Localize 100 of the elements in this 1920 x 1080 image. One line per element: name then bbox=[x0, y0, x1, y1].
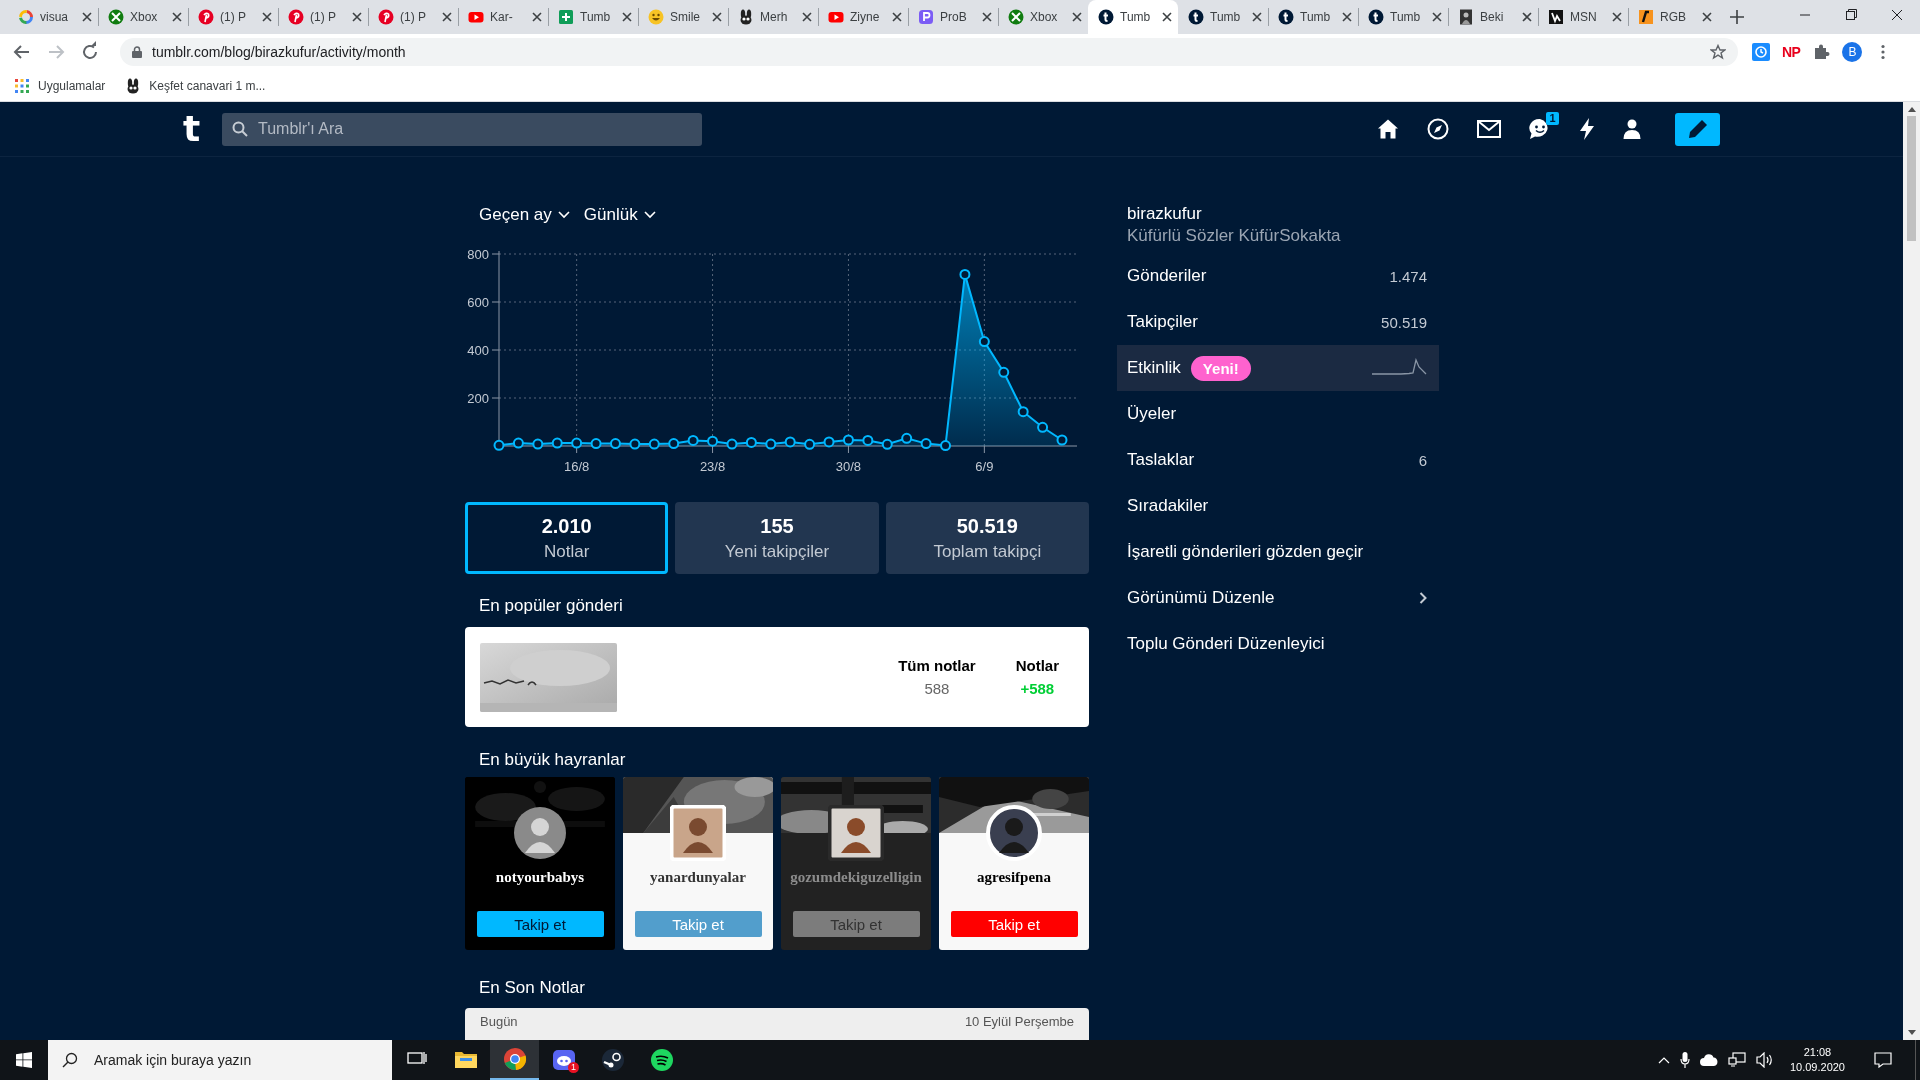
browser-tab[interactable]: Xbox bbox=[98, 0, 188, 34]
close-icon[interactable] bbox=[892, 12, 902, 22]
speaker-icon[interactable] bbox=[1755, 1052, 1774, 1068]
chat-icon[interactable] bbox=[1529, 118, 1551, 140]
menu-item[interactable]: Takipçiler 50.519 bbox=[1117, 299, 1439, 345]
person-icon[interactable] bbox=[1623, 119, 1641, 139]
browser-tab[interactable]: Ziyne bbox=[818, 0, 908, 34]
close-icon[interactable] bbox=[1522, 12, 1532, 22]
blog-name[interactable]: birazkufur bbox=[1117, 203, 1439, 225]
compass-icon[interactable] bbox=[1427, 118, 1449, 140]
close-icon[interactable] bbox=[532, 12, 542, 22]
notification-icon[interactable] bbox=[1874, 1052, 1892, 1068]
taskbar-app[interactable] bbox=[490, 1040, 539, 1080]
address-bar[interactable]: tumblr.com/blog/birazkufur/activity/month bbox=[120, 38, 1738, 66]
browser-tab[interactable]: Xbox bbox=[998, 0, 1088, 34]
browser-tab[interactable]: Tumb bbox=[1358, 0, 1448, 34]
browser-tab[interactable]: visua bbox=[8, 0, 98, 34]
fan-card[interactable]: gozumdekiguzelligin Takip et bbox=[781, 777, 931, 950]
browser-tab[interactable]: Kar- bbox=[458, 0, 548, 34]
stat-tab[interactable]: 155 Yeni takipçiler bbox=[675, 502, 879, 574]
close-icon[interactable] bbox=[802, 12, 812, 22]
menu-item[interactable]: Taslaklar 6 bbox=[1117, 437, 1439, 483]
post-card[interactable]: Tüm notlar 588 Notlar +588 bbox=[465, 627, 1089, 727]
new-tab-icon[interactable] bbox=[1730, 10, 1744, 24]
close-icon[interactable] bbox=[712, 12, 722, 22]
bookmark-link[interactable]: Keşfet canavari 1 m... bbox=[149, 78, 266, 93]
caret-up-icon[interactable] bbox=[1657, 1056, 1670, 1064]
cloud-icon[interactable] bbox=[1699, 1054, 1718, 1066]
network-icon[interactable] bbox=[1727, 1052, 1746, 1068]
puzzle-icon[interactable] bbox=[1812, 43, 1831, 61]
browser-tab[interactable]: (1) P bbox=[188, 0, 278, 34]
close-icon[interactable] bbox=[622, 12, 632, 22]
search-input[interactable]: Aramak için buraya yazın bbox=[92, 1051, 392, 1069]
search-field[interactable]: Aramak için buraya yazın bbox=[48, 1040, 392, 1080]
browser-tab[interactable]: (1) P bbox=[368, 0, 458, 34]
close-icon[interactable] bbox=[1072, 12, 1082, 22]
period-dropdown[interactable]: Geçen ay bbox=[479, 204, 570, 225]
browser-tab[interactable]: Tumb bbox=[1268, 0, 1358, 34]
browser-tab[interactable]: ProB bbox=[908, 0, 998, 34]
portrait-icon bbox=[1458, 9, 1474, 25]
fan-name[interactable]: gozumdekiguzelligin bbox=[790, 869, 922, 886]
search-input[interactable]: Tumblr'ı Ara bbox=[256, 119, 702, 139]
follow-button[interactable]: Takip et bbox=[950, 911, 1078, 937]
fan-card[interactable]: notyourbabys Takip et bbox=[465, 777, 615, 950]
menu-item[interactable]: Üyeler bbox=[1117, 391, 1439, 437]
browser-tab[interactable]: Merh bbox=[728, 0, 818, 34]
close-icon[interactable] bbox=[1252, 12, 1262, 22]
lightning-icon[interactable] bbox=[1579, 118, 1595, 140]
fan-name[interactable]: agresifpena bbox=[977, 869, 1051, 886]
menu-item[interactable]: Gönderiler 1.474 bbox=[1117, 253, 1439, 299]
browser-tab[interactable]: Smile bbox=[638, 0, 728, 34]
close-icon[interactable] bbox=[1162, 12, 1172, 22]
fan-card[interactable]: agresifpena Takip et bbox=[939, 777, 1089, 950]
extension-icon[interactable] bbox=[1752, 43, 1770, 61]
close-icon[interactable] bbox=[172, 12, 182, 22]
close-icon[interactable] bbox=[352, 12, 362, 22]
star-icon[interactable] bbox=[1710, 44, 1726, 60]
close-icon[interactable] bbox=[262, 12, 272, 22]
menu-item[interactable]: Sıradakiler bbox=[1117, 483, 1439, 529]
bookmark-link[interactable]: Uygulamalar bbox=[38, 78, 106, 93]
windows-icon[interactable] bbox=[16, 1052, 32, 1068]
stat-tab[interactable]: 50.519 Toplam takipçi bbox=[885, 502, 1089, 574]
scroll-down-icon[interactable] bbox=[1907, 1030, 1916, 1035]
profile-button[interactable]: B bbox=[1842, 42, 1863, 62]
close-icon[interactable] bbox=[1702, 12, 1712, 22]
browser-tab[interactable]: (1) P bbox=[278, 0, 368, 34]
fan-name[interactable]: yanardunyalar bbox=[650, 869, 746, 886]
interval-dropdown[interactable]: Günlük bbox=[583, 204, 656, 225]
scrollbar-thumb[interactable] bbox=[1907, 116, 1916, 241]
browser-tab[interactable]: Tumb bbox=[1088, 0, 1178, 34]
fan-card[interactable]: yanardunyalar Takip et bbox=[623, 777, 773, 950]
browser-tab[interactable]: RGB bbox=[1628, 0, 1718, 34]
browser-tab[interactable]: MSN bbox=[1538, 0, 1628, 34]
close-icon[interactable] bbox=[82, 12, 92, 22]
follow-button[interactable]: Takip et bbox=[476, 911, 604, 937]
browser-tab[interactable]: Tumb bbox=[548, 0, 638, 34]
data-point bbox=[881, 438, 893, 450]
close-icon[interactable] bbox=[1432, 12, 1442, 22]
close-icon[interactable] bbox=[1342, 12, 1352, 22]
close-icon[interactable] bbox=[982, 12, 992, 22]
menu-item[interactable]: Toplu Gönderi Düzenleyici bbox=[1117, 621, 1439, 667]
close-icon[interactable] bbox=[1612, 12, 1622, 22]
menu-item[interactable]: Görünümü Düzenle bbox=[1117, 575, 1439, 621]
browser-tab[interactable]: Beki bbox=[1448, 0, 1538, 34]
mail-icon[interactable] bbox=[1477, 120, 1501, 138]
search-field[interactable]: Tumblr'ı Ara bbox=[222, 112, 702, 146]
clock[interactable]: 21:08 10.09.2020 bbox=[1783, 1045, 1851, 1075]
menu-item[interactable]: Etkinlik Yeni! bbox=[1117, 345, 1439, 391]
compose-button[interactable] bbox=[1675, 112, 1720, 146]
tumblr-logo[interactable]: t bbox=[183, 111, 205, 147]
taskbar-app[interactable]: 1 bbox=[539, 1040, 588, 1080]
menu-item[interactable]: İşaretli gönderileri gözden geçir bbox=[1117, 529, 1439, 575]
home-icon[interactable] bbox=[1377, 118, 1399, 140]
extension-button[interactable]: NP bbox=[1782, 44, 1801, 60]
stat-tab[interactable]: 2.010 Notlar bbox=[465, 502, 669, 574]
browser-tab[interactable]: Tumb bbox=[1178, 0, 1268, 34]
microphone-icon[interactable] bbox=[1679, 1052, 1690, 1068]
fan-name[interactable]: notyourbabys bbox=[495, 869, 585, 886]
scroll-up-icon[interactable] bbox=[1907, 107, 1916, 112]
close-icon[interactable] bbox=[442, 12, 452, 22]
